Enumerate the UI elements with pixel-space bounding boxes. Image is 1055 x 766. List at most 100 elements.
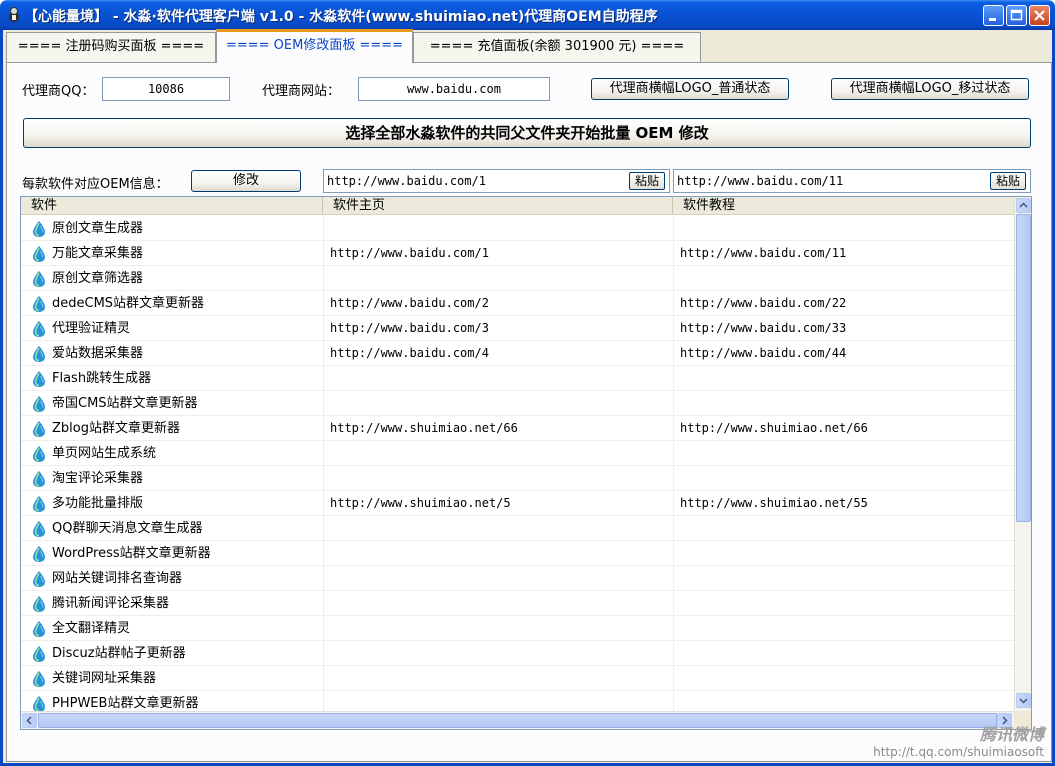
software-name-cell: 单页网站生成系统 xyxy=(52,446,157,461)
table-row[interactable]: 单页网站生成系统 xyxy=(21,441,1014,466)
batch-oem-button[interactable]: 选择全部水淼软件的共同父文件夹开始批量 OEM 修改 xyxy=(23,118,1031,148)
arrow-down-icon xyxy=(1019,698,1028,704)
homepage-cell: http://www.shuimiao.net/66 xyxy=(323,416,673,441)
tab-register-code-purchase[interactable]: ==== 注册码购买面板 ==== xyxy=(6,32,216,62)
table-row[interactable]: dedeCMS站群文章更新器 http://www.baidu.com/2 http… xyxy=(21,291,1014,316)
tab-oem-edit[interactable]: ==== OEM修改面板 ==== xyxy=(216,29,413,63)
list-rows: 原创文章生成器万能文章采集器 http://www.baidu.com/1 http… xyxy=(21,216,1014,711)
logo-normal-button[interactable]: 代理商横幅LOGO_普通状态 xyxy=(591,78,789,100)
site-input[interactable]: www.baidu.com xyxy=(358,77,550,101)
software-name-cell: 原创文章筛选器 xyxy=(52,271,144,286)
table-row[interactable]: Discuz站群帖子更新器 xyxy=(21,641,1014,666)
homepage-cell: http://www.baidu.com/2 xyxy=(323,291,673,316)
modify-button[interactable]: 修改 xyxy=(191,170,301,192)
column-header-software[interactable]: 软件 xyxy=(21,197,323,215)
tutorial-cell xyxy=(673,666,1014,691)
table-row[interactable]: PHPWEB站群文章更新器 xyxy=(21,691,1014,711)
horizontal-scrollbar[interactable] xyxy=(21,711,1014,729)
homepage-cell xyxy=(323,566,673,591)
homepage-input[interactable]: http://www.baidu.com/1 xyxy=(323,169,670,193)
homepage-cell xyxy=(323,216,673,241)
table-row[interactable]: 万能文章采集器 http://www.baidu.com/1 http://www.… xyxy=(21,241,1014,266)
software-name-cell: WordPress站群文章更新器 xyxy=(52,546,211,561)
software-name-cell: 关键词网址采集器 xyxy=(52,671,157,686)
software-name-cell: dedeCMS站群文章更新器 xyxy=(52,296,205,311)
homepage-cell: http://www.baidu.com/4 xyxy=(323,341,673,366)
tutorial-cell: http://www.baidu.com/33 xyxy=(673,316,1014,341)
table-row[interactable]: 腾讯新闻评论采集器 xyxy=(21,591,1014,616)
tutorial-cell xyxy=(673,566,1014,591)
tutorial-cell xyxy=(673,641,1014,666)
maximize-button[interactable] xyxy=(1006,5,1027,26)
table-row[interactable]: 爱站数据采集器 http://www.baidu.com/4 http://www.… xyxy=(21,341,1014,366)
software-name-cell: 全文翻译精灵 xyxy=(52,621,131,636)
scroll-left-button[interactable] xyxy=(22,713,37,728)
maximize-icon xyxy=(1010,9,1023,21)
column-header-homepage[interactable]: 软件主页 xyxy=(323,197,673,215)
arrow-up-icon xyxy=(1019,202,1028,208)
scroll-up-button[interactable] xyxy=(1016,198,1031,213)
table-row[interactable]: 网站关键词排名查询器 xyxy=(21,566,1014,591)
homepage-cell xyxy=(323,691,673,711)
software-list[interactable]: 软件 软件主页 软件教程 原创文章生成器 万能文章采集器 http://www.ba… xyxy=(20,196,1032,730)
qq-input[interactable]: 10086 xyxy=(102,77,230,101)
homepage-cell xyxy=(323,641,673,666)
homepage-cell xyxy=(323,391,673,416)
horizontal-scroll-thumb[interactable] xyxy=(38,713,997,728)
homepage-cell xyxy=(323,466,673,491)
table-row[interactable]: 关键词网址采集器 xyxy=(21,666,1014,691)
homepage-cell xyxy=(323,616,673,641)
site-label: 代理商网站： xyxy=(262,84,341,99)
qq-label: 代理商QQ： xyxy=(22,84,95,99)
title-bar[interactable]: 【心能量境】 - 水淼·软件代理客户端 v1.0 - 水淼软件(www.shui… xyxy=(0,0,1055,30)
software-name-cell: QQ群聊天消息文章生成器 xyxy=(52,521,203,536)
software-name-cell: 爱站数据采集器 xyxy=(52,346,144,361)
close-icon xyxy=(1034,10,1045,21)
table-row[interactable]: WordPress站群文章更新器 xyxy=(21,541,1014,566)
tutorial-input[interactable]: http://www.baidu.com/11 xyxy=(673,169,1031,193)
homepage-cell xyxy=(323,366,673,391)
table-row[interactable]: 帝国CMS站群文章更新器 xyxy=(21,391,1014,416)
homepage-cell xyxy=(323,591,673,616)
software-name-cell: 腾讯新闻评论采集器 xyxy=(52,596,170,611)
homepage-cell: http://www.baidu.com/3 xyxy=(323,316,673,341)
watermark-brand: 腾讯微博 xyxy=(979,725,1044,744)
tab-recharge[interactable]: ==== 充值面板(余额 301900 元) ==== xyxy=(413,32,701,62)
logo-hover-button[interactable]: 代理商横幅LOGO_移过状态 xyxy=(831,78,1029,100)
close-button[interactable] xyxy=(1029,5,1050,26)
minimize-button[interactable] xyxy=(983,5,1004,26)
table-row[interactable]: 淘宝评论采集器 xyxy=(21,466,1014,491)
software-name-cell: 原创文章生成器 xyxy=(52,221,144,236)
tutorial-cell xyxy=(673,216,1014,241)
vertical-scrollbar[interactable] xyxy=(1014,197,1031,711)
scroll-down-button[interactable] xyxy=(1016,693,1031,708)
homepage-cell xyxy=(323,441,673,466)
table-row[interactable]: QQ群聊天消息文章生成器 xyxy=(21,516,1014,541)
minimize-icon xyxy=(989,18,996,21)
paste-homepage-button[interactable]: 粘贴 xyxy=(629,172,665,190)
tutorial-cell: http://www.baidu.com/11 xyxy=(673,241,1014,266)
tutorial-value: http://www.baidu.com/11 xyxy=(677,174,844,188)
table-row[interactable]: 多功能批量排版 http://www.shuimiao.net/5 http://w… xyxy=(21,491,1014,516)
software-name-cell: Discuz站群帖子更新器 xyxy=(52,646,186,661)
software-name-cell: PHPWEB站群文章更新器 xyxy=(52,696,199,711)
column-header-tutorial[interactable]: 软件教程 xyxy=(673,197,1014,215)
paste-tutorial-button[interactable]: 粘贴 xyxy=(990,172,1026,190)
table-row[interactable]: 原创文章生成器 xyxy=(21,216,1014,241)
software-name-cell: 帝国CMS站群文章更新器 xyxy=(52,396,198,411)
software-name-cell: 网站关键词排名查询器 xyxy=(52,571,183,586)
table-row[interactable]: Zblog站群文章更新器 http://www.shuimiao.net/66 ht… xyxy=(21,416,1014,441)
table-row[interactable]: 全文翻译精灵 xyxy=(21,616,1014,641)
homepage-value: http://www.baidu.com/1 xyxy=(327,174,486,188)
tutorial-cell xyxy=(673,391,1014,416)
software-name-cell: 万能文章采集器 xyxy=(52,246,144,261)
vertical-scroll-thumb[interactable] xyxy=(1016,214,1031,522)
table-row[interactable]: Flash跳转生成器 xyxy=(21,366,1014,391)
tutorial-cell xyxy=(673,516,1014,541)
homepage-cell xyxy=(323,266,673,291)
table-row[interactable]: 代理验证精灵 http://www.baidu.com/3 http://www.b… xyxy=(21,316,1014,341)
table-row[interactable]: 原创文章筛选器 xyxy=(21,266,1014,291)
tutorial-cell xyxy=(673,266,1014,291)
software-name-cell: 淘宝评论采集器 xyxy=(52,471,144,486)
window-body: ==== 注册码购买面板 ==== ==== OEM修改面板 ==== ====… xyxy=(0,29,1055,766)
